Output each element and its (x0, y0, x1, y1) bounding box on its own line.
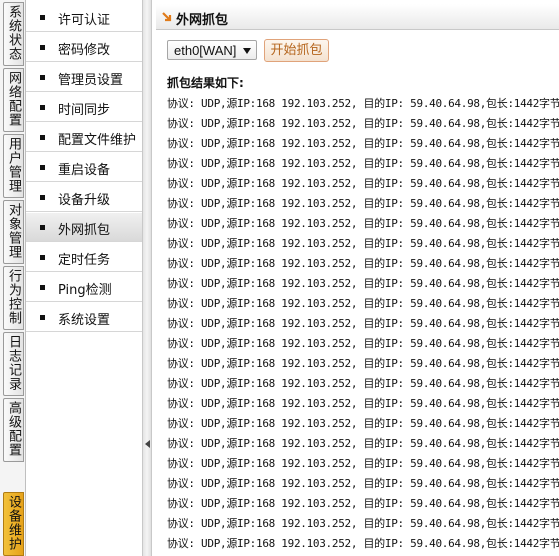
menu-item-config-file[interactable]: 配置文件维护 (26, 123, 142, 152)
packet-row: 协议: UDP,源IP:168 192.103.252, 目的IP: 59.40… (167, 517, 559, 530)
packet-row: 协议: UDP,源IP:168 192.103.252, 目的IP: 59.40… (167, 217, 559, 230)
tab-log-records[interactable]: 日志记录 (3, 332, 24, 396)
menu-item-password[interactable]: 密码修改 (26, 33, 142, 62)
tab-advanced-config[interactable]: 高级配置 (3, 398, 24, 462)
bullet-icon (40, 285, 45, 290)
tab-system-status[interactable]: 系统状态 (3, 2, 24, 66)
menu-item-label: 定时任务 (58, 253, 111, 268)
chevron-down-icon (243, 48, 251, 54)
menu-item-admin[interactable]: 管理员设置 (26, 63, 142, 92)
packet-row: 协议: UDP,源IP:168 192.103.252, 目的IP: 59.40… (167, 237, 559, 250)
page-title: 外网抓包 (176, 13, 229, 28)
tab-label: 行为控制 (6, 269, 21, 325)
packet-row: 协议: UDP,源IP:168 192.103.252, 目的IP: 59.40… (167, 437, 559, 450)
packet-row: 协议: UDP,源IP:168 192.103.252, 目的IP: 59.40… (167, 177, 559, 190)
bullet-icon (40, 225, 45, 230)
main-content: 外网抓包 eth0[WAN] 开始抓包 抓包结果如下: 协议: UDP,源IP:… (152, 0, 559, 556)
tab-label: 日志记录 (6, 335, 21, 391)
menu-item-scheduled-tasks[interactable]: 定时任务 (26, 243, 142, 272)
menu-item-license[interactable]: 许可认证 (26, 3, 142, 32)
start-capture-button[interactable]: 开始抓包 (264, 39, 329, 62)
tab-behavior-control[interactable]: 行为控制 (3, 266, 24, 330)
menu-item-label: 系统设置 (58, 313, 111, 328)
packet-row: 协议: UDP,源IP:168 192.103.252, 目的IP: 59.40… (167, 537, 559, 550)
tab-object-management[interactable]: 对象管理 (3, 200, 24, 264)
bullet-icon (40, 195, 45, 200)
tab-label: 用户管理 (6, 137, 21, 193)
packet-row: 协议: UDP,源IP:168 192.103.252, 目的IP: 59.40… (167, 117, 559, 130)
menu-item-reboot[interactable]: 重启设备 (26, 153, 142, 182)
tab-label: 系统状态 (6, 5, 21, 61)
packet-row: 协议: UDP,源IP:168 192.103.252, 目的IP: 59.40… (167, 297, 559, 310)
packet-row: 协议: UDP,源IP:168 192.103.252, 目的IP: 59.40… (167, 157, 559, 170)
tab-label: 高级配置 (6, 401, 21, 457)
menu-item-system-settings[interactable]: 系统设置 (26, 303, 142, 332)
tab-label: 设备维护 (6, 495, 21, 551)
tab-user-management[interactable]: 用户管理 (3, 134, 24, 198)
result-heading: 抓包结果如下: (167, 76, 244, 90)
menu-item-upgrade[interactable]: 设备升级 (26, 183, 142, 212)
bullet-icon (40, 255, 45, 260)
packet-row: 协议: UDP,源IP:168 192.103.252, 目的IP: 59.40… (167, 197, 559, 210)
menu-item-label: 外网抓包 (58, 223, 111, 238)
packet-row: 协议: UDP,源IP:168 192.103.252, 目的IP: 59.40… (167, 417, 559, 430)
packet-row: 协议: UDP,源IP:168 192.103.252, 目的IP: 59.40… (167, 357, 559, 370)
menu-item-label: 密码修改 (58, 43, 111, 58)
bullet-icon (40, 105, 45, 110)
packet-row: 协议: UDP,源IP:168 192.103.252, 目的IP: 59.40… (167, 457, 559, 470)
packet-row: 协议: UDP,源IP:168 192.103.252, 目的IP: 59.40… (167, 397, 559, 410)
tab-label: 网络配置 (6, 71, 21, 127)
menu-item-wan-capture[interactable]: 外网抓包 (26, 213, 142, 242)
menu-item-label: 配置文件维护 (58, 133, 137, 148)
menu-item-label: 许可认证 (58, 13, 111, 28)
menu-item-label: 重启设备 (58, 163, 111, 178)
bullet-icon (40, 165, 45, 170)
packet-row: 协议: UDP,源IP:168 192.103.252, 目的IP: 59.40… (167, 477, 559, 490)
page-header: 外网抓包 (156, 4, 559, 30)
menu-item-label: 时间同步 (58, 103, 111, 118)
bullet-icon (40, 315, 45, 320)
menu-item-label: 管理员设置 (58, 73, 124, 88)
category-tabs: 系统状态 网络配置 用户管理 对象管理 行为控制 日志记录 高级配置 设备维护 (0, 0, 26, 556)
menu-item-time-sync[interactable]: 时间同步 (26, 93, 142, 122)
bullet-icon (40, 45, 45, 50)
menu-item-label: Ping检测 (58, 283, 112, 298)
interface-select[interactable]: eth0[WAN] (167, 40, 257, 60)
packet-row: 协议: UDP,源IP:168 192.103.252, 目的IP: 59.40… (167, 97, 559, 110)
bullet-icon (40, 75, 45, 80)
tab-network-config[interactable]: 网络配置 (3, 68, 24, 132)
interface-select-value: eth0[WAN] (174, 43, 237, 58)
menu-item-label: 设备升级 (58, 193, 111, 208)
collapse-left-icon[interactable] (145, 440, 150, 448)
sidebar-splitter[interactable] (142, 0, 152, 556)
packet-row: 协议: UDP,源IP:168 192.103.252, 目的IP: 59.40… (167, 257, 559, 270)
orange-arrow-icon (162, 12, 172, 22)
tab-device-maintenance[interactable]: 设备维护 (3, 492, 24, 556)
packet-row: 协议: UDP,源IP:168 192.103.252, 目的IP: 59.40… (167, 277, 559, 290)
tab-label: 对象管理 (6, 203, 21, 259)
packet-row: 协议: UDP,源IP:168 192.103.252, 目的IP: 59.40… (167, 317, 559, 330)
packet-row: 协议: UDP,源IP:168 192.103.252, 目的IP: 59.40… (167, 377, 559, 390)
menu-item-ping[interactable]: Ping检测 (26, 273, 142, 302)
packet-list: 协议: UDP,源IP:168 192.103.252, 目的IP: 59.40… (167, 94, 559, 554)
packet-row: 协议: UDP,源IP:168 192.103.252, 目的IP: 59.40… (167, 497, 559, 510)
bullet-icon (40, 135, 45, 140)
submenu: 许可认证 密码修改 管理员设置 时间同步 配置文件维护 重启设备 设备升级 外网… (26, 0, 142, 556)
bullet-icon (40, 15, 45, 20)
packet-row: 协议: UDP,源IP:168 192.103.252, 目的IP: 59.40… (167, 137, 559, 150)
packet-row: 协议: UDP,源IP:168 192.103.252, 目的IP: 59.40… (167, 337, 559, 350)
